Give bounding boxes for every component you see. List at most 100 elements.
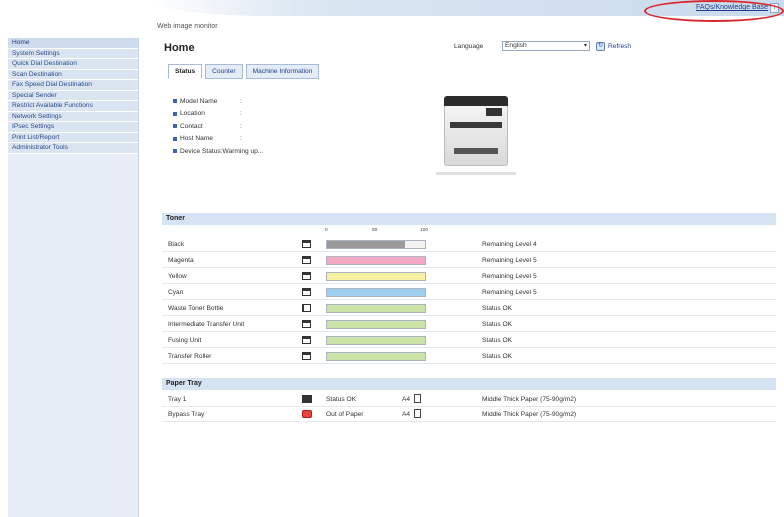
- tray-name: Tray 1: [168, 396, 187, 403]
- sidebar-item-ipsec-settings[interactable]: IPsec Settings: [8, 122, 138, 133]
- toner-row: Fusing Unit Status OK: [162, 333, 776, 348]
- unit-icon: [302, 336, 311, 344]
- toner-level-fill: [327, 289, 425, 296]
- toner-section-header: Toner: [162, 213, 776, 225]
- toner-name: Transfer Roller: [168, 353, 212, 360]
- toner-row: Magenta Remaining Level 5: [162, 253, 776, 268]
- waste-bottle-icon: [302, 304, 311, 312]
- sidebar-item-restrict-available-functions[interactable]: Restrict Available Functions: [8, 101, 138, 112]
- info-separator: :: [240, 122, 242, 130]
- toner-row: Yellow Remaining Level 5: [162, 269, 776, 284]
- refresh-button[interactable]: ↻ Refresh: [596, 40, 631, 52]
- info-label: Location: [180, 110, 205, 118]
- language-select[interactable]: English ▾: [502, 41, 590, 51]
- paper-tray-section-header: Paper Tray: [162, 378, 776, 390]
- tab-machine-information[interactable]: Machine Information: [245, 64, 320, 79]
- tray-name: Bypass Tray: [168, 411, 205, 418]
- sidebar-item-quick-dial-destination[interactable]: Quick Dial Destination: [8, 59, 138, 70]
- tab-counter[interactable]: Counter: [205, 64, 243, 79]
- toner-status: Status OK: [482, 337, 513, 344]
- refresh-label: Refresh: [608, 42, 632, 50]
- toner-level-fill: [327, 321, 425, 328]
- toner-status: Remaining Level 5: [482, 257, 537, 264]
- bullet-icon: [173, 149, 177, 154]
- info-label: Model Name: [180, 97, 218, 105]
- bullet-icon: [173, 124, 177, 129]
- toner-level-bar: [326, 240, 426, 249]
- toner-level-bar: [326, 304, 426, 313]
- language-label: Language: [454, 43, 484, 50]
- device-status-value: Warming up...: [222, 147, 264, 155]
- toner-level-fill: [327, 241, 406, 248]
- toner-level-fill: [327, 257, 425, 264]
- toner-name: Intermediate Transfer Unit: [168, 321, 245, 328]
- toner-level-fill: [327, 337, 425, 344]
- scale-label-0: 0: [325, 228, 328, 233]
- printer-output-slot: [450, 122, 502, 128]
- tab-status[interactable]: Status: [168, 64, 203, 79]
- refresh-icon: ↻: [596, 41, 605, 51]
- toner-cartridge-icon: [302, 272, 311, 280]
- toner-cartridge-icon: [302, 256, 311, 264]
- sidebar-item-network-settings[interactable]: Network Settings: [8, 111, 138, 122]
- app-name: Web image monitor: [157, 23, 218, 30]
- sidebar-item-administrator-tools[interactable]: Administrator Tools: [8, 143, 138, 154]
- unit-icon: [302, 352, 311, 360]
- toner-status: Remaining Level 5: [482, 273, 537, 280]
- printer-top: [444, 96, 508, 106]
- bullet-icon: [173, 136, 177, 141]
- paper-icon: [414, 394, 421, 403]
- scale-label-50: 50: [372, 228, 378, 233]
- info-separator: :: [240, 135, 242, 143]
- toner-row: Transfer Roller Status OK: [162, 349, 776, 364]
- toner-name: Magenta: [168, 257, 194, 264]
- paper-icon: [414, 409, 421, 418]
- chevron-down-icon: ▾: [583, 43, 587, 49]
- toner-level-bar: [326, 256, 426, 265]
- bullet-icon: [173, 99, 177, 104]
- toner-row: Cyan Remaining Level 5: [162, 285, 776, 300]
- tray-status: Status OK: [326, 396, 357, 403]
- info-row-device-status: Device Status : Warming up...: [173, 145, 263, 158]
- toner-row: Black Remaining Level 4: [162, 237, 776, 252]
- sidebar-item-scan-destination[interactable]: Scan Destination: [8, 69, 138, 80]
- info-label: Host Name: [180, 135, 213, 143]
- toner-status: Status OK: [482, 305, 513, 312]
- tray-icon: [302, 395, 312, 403]
- info-row-location: Location :: [173, 108, 263, 121]
- sidebar-item-system-settings[interactable]: System Settings: [8, 48, 138, 59]
- toner-level-bar: [326, 320, 426, 329]
- info-separator: :: [240, 110, 242, 118]
- tray-status: Out of Paper: [326, 411, 364, 418]
- sidebar-item-fax-speed-dial-destination[interactable]: Fax Speed Dial Destination: [8, 80, 138, 91]
- info-row-host-name: Host Name :: [173, 133, 263, 146]
- printer-panel: [486, 108, 502, 116]
- printer-shadow: [436, 172, 516, 175]
- toner-name: Fusing Unit: [168, 337, 202, 344]
- sidebar-item-print-list-report[interactable]: Print List/Report: [8, 132, 138, 143]
- toner-level-fill: [327, 305, 425, 312]
- info-row-model-name: Model Name :: [173, 95, 263, 108]
- paper-type: Middle Thick Paper (75-90g/m2): [482, 411, 577, 418]
- highlight-annotation: [644, 0, 784, 22]
- info-row-contact: Contact :: [173, 120, 263, 133]
- printer-tray: [454, 148, 498, 154]
- sidebar-item-home[interactable]: Home: [8, 38, 138, 49]
- toner-status: Status OK: [482, 353, 513, 360]
- toner-level-bar: [326, 336, 426, 345]
- sidebar-nav: Home System Settings Quick Dial Destinat…: [8, 38, 139, 517]
- sidebar-item-special-sender[interactable]: Special Sender: [8, 90, 138, 101]
- info-label: Contact: [180, 122, 203, 130]
- toner-level-bar: [326, 352, 426, 361]
- device-info-list: Model Name : Location : Contact : Host N…: [173, 95, 263, 158]
- paper-type: Middle Thick Paper (75-90g/m2): [482, 396, 577, 403]
- toner-status: Remaining Level 4: [482, 241, 537, 248]
- toner-name: Yellow: [168, 273, 187, 280]
- scale-label-100: 100: [420, 228, 429, 233]
- toner-name: Black: [168, 241, 185, 248]
- toner-name: Waste Toner Bottle: [168, 305, 224, 312]
- toner-row: Intermediate Transfer Unit Status OK: [162, 317, 776, 332]
- unit-icon: [302, 320, 311, 328]
- paper-size: A4: [402, 396, 411, 403]
- main-content: Home Language English ▾ ↻ Refresh Status…: [140, 38, 784, 517]
